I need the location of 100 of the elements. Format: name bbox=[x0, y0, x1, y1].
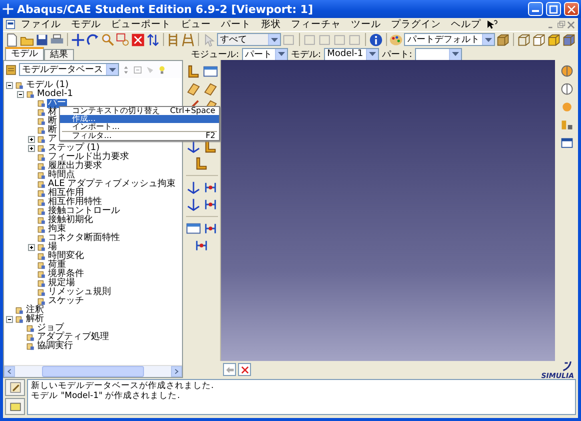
maximize-button[interactable] bbox=[546, 2, 561, 16]
tree-node-icon[interactable] bbox=[37, 153, 46, 162]
panel-tab[interactable]: モデル bbox=[5, 47, 44, 60]
document-icon[interactable] bbox=[5, 19, 16, 30]
tree-node-icon[interactable] bbox=[37, 99, 46, 108]
tree-item[interactable]: 断 bbox=[47, 117, 58, 126]
tree-node-icon[interactable] bbox=[26, 342, 35, 351]
tree-node-icon[interactable] bbox=[37, 216, 46, 225]
tree-node-icon[interactable] bbox=[37, 198, 46, 207]
move-icon[interactable] bbox=[70, 32, 85, 46]
tree-item[interactable]: 荷重 bbox=[47, 261, 67, 270]
half-sphere-icon[interactable] bbox=[560, 64, 574, 78]
expander-toggle[interactable] bbox=[28, 136, 35, 143]
selection-filter-dropdown[interactable]: すべて bbox=[217, 33, 282, 46]
tree-node-icon[interactable] bbox=[26, 333, 35, 342]
model-dropdown[interactable]: Model-1 bbox=[324, 48, 380, 60]
tree-item[interactable]: 接触コントロール bbox=[47, 207, 121, 216]
menu-item[interactable]: ツール bbox=[346, 18, 386, 30]
tree-node-icon[interactable] bbox=[37, 243, 46, 252]
menu-item[interactable]: フィルタ... F2 bbox=[60, 132, 220, 140]
tree-item[interactable]: 注釈 bbox=[25, 306, 45, 315]
tree-node-icon[interactable] bbox=[37, 126, 46, 135]
tree-item[interactable]: アダプティブ処理 bbox=[36, 333, 110, 342]
expander-toggle[interactable] bbox=[28, 244, 35, 251]
tree-node-icon[interactable] bbox=[37, 171, 46, 180]
tree-node-icon[interactable] bbox=[37, 162, 46, 171]
tree-item[interactable]: 解析 bbox=[25, 315, 45, 324]
cancel-button[interactable] bbox=[238, 363, 251, 376]
tree-item[interactable]: 境界条件 bbox=[47, 270, 85, 279]
menu-item[interactable]: インポート... bbox=[60, 123, 220, 131]
menu-item[interactable]: ビュー bbox=[176, 18, 216, 30]
menu-item[interactable]: ヘルプ bbox=[446, 18, 486, 30]
tree-node-icon[interactable] bbox=[37, 261, 46, 270]
tree-node-icon[interactable] bbox=[37, 144, 46, 153]
tree-item[interactable]: モデル (1) bbox=[25, 81, 70, 90]
mdi-restore-icon[interactable] bbox=[556, 20, 566, 30]
print-icon[interactable] bbox=[50, 32, 64, 46]
hidden-line-cube-icon[interactable] bbox=[532, 32, 546, 46]
tree-item[interactable]: 時間変化 bbox=[47, 252, 85, 261]
tree-item[interactable]: 履歴出力要求 bbox=[47, 162, 103, 171]
close-button[interactable] bbox=[564, 2, 579, 16]
tree-node-icon[interactable] bbox=[37, 234, 46, 243]
tree-node-icon[interactable] bbox=[37, 288, 46, 297]
menu-item[interactable]: プラグイン bbox=[386, 18, 446, 30]
menu-item[interactable]: 形状 bbox=[256, 18, 286, 30]
cube-icon[interactable] bbox=[496, 32, 510, 46]
expander-toggle[interactable] bbox=[17, 91, 24, 98]
tree-node-icon[interactable] bbox=[37, 225, 46, 234]
info-icon[interactable] bbox=[368, 32, 383, 46]
outline-sphere-icon[interactable] bbox=[560, 82, 574, 96]
viewport[interactable] bbox=[221, 60, 555, 361]
tree-item[interactable]: 材 bbox=[47, 108, 58, 117]
mdi-close-icon[interactable] bbox=[566, 20, 576, 30]
tree-item[interactable]: 接触初期化 bbox=[47, 216, 94, 225]
tree-node-icon[interactable] bbox=[26, 324, 35, 333]
tree-item[interactable]: 相互作用特性 bbox=[47, 198, 103, 207]
tree-node-icon[interactable] bbox=[37, 135, 46, 144]
panel-tab[interactable]: 結果 bbox=[44, 49, 74, 60]
back-button[interactable] bbox=[223, 363, 236, 376]
tree-item[interactable]: ジョブ bbox=[36, 324, 65, 333]
menu-item[interactable]: 作成... bbox=[60, 115, 220, 123]
sort-arrows-icon[interactable] bbox=[121, 64, 131, 74]
tree-node-icon[interactable] bbox=[37, 279, 46, 288]
message-tab-button[interactable] bbox=[5, 379, 25, 396]
menu-item[interactable]: フィーチャ bbox=[286, 18, 346, 30]
menu-item[interactable]: ファイル bbox=[16, 18, 66, 30]
ladder-icon[interactable] bbox=[181, 32, 196, 46]
shaded-cube-icon[interactable] bbox=[547, 32, 562, 46]
expander-toggle[interactable] bbox=[6, 82, 13, 89]
menu-item[interactable]: コンテキストの切り替え Ctrl+Space bbox=[60, 107, 220, 115]
horizontal-scrollbar[interactable] bbox=[4, 365, 182, 377]
bulb-icon[interactable] bbox=[157, 64, 167, 74]
tree-item[interactable]: 相互作用 bbox=[47, 189, 85, 198]
tree-node-icon[interactable] bbox=[37, 207, 46, 216]
tree-item[interactable]: ステップ (1) bbox=[47, 144, 101, 153]
rotate-icon[interactable] bbox=[86, 32, 100, 46]
tree-item[interactable]: 協調実行 bbox=[36, 342, 74, 351]
tree-item[interactable]: 拘束 bbox=[47, 225, 67, 234]
mesh-cube-icon[interactable] bbox=[562, 32, 576, 46]
tree-selector-dropdown[interactable]: モデルデータベース bbox=[19, 63, 119, 76]
palette-icon[interactable] bbox=[389, 32, 404, 46]
module-dropdown[interactable]: パート bbox=[242, 48, 288, 60]
wireframe-cube-icon[interactable] bbox=[517, 32, 532, 46]
tree-item[interactable]: 時間点 bbox=[47, 171, 76, 180]
tree-node-icon[interactable] bbox=[37, 297, 46, 306]
tool-icon[interactable] bbox=[186, 221, 200, 236]
menu-item[interactable]: パート bbox=[216, 18, 256, 30]
parts-icon[interactable] bbox=[560, 118, 574, 132]
tree-node-icon[interactable] bbox=[37, 270, 46, 279]
tool-icon[interactable] bbox=[202, 64, 218, 79]
tool-icon[interactable] bbox=[186, 197, 200, 212]
tree-item[interactable]: 断 bbox=[47, 126, 58, 135]
tree-item[interactable]: ア bbox=[47, 135, 58, 144]
tree-item[interactable]: スケッチ bbox=[47, 297, 85, 306]
tree-item[interactable]: ALE アダプティブメッシュ拘束 bbox=[47, 180, 177, 189]
tree-node-icon[interactable] bbox=[15, 315, 24, 324]
tree-node-icon[interactable] bbox=[15, 81, 24, 90]
zoom-box-icon[interactable] bbox=[116, 32, 130, 46]
tree-node-icon[interactable] bbox=[37, 180, 46, 189]
command-tab-button[interactable] bbox=[5, 398, 25, 415]
